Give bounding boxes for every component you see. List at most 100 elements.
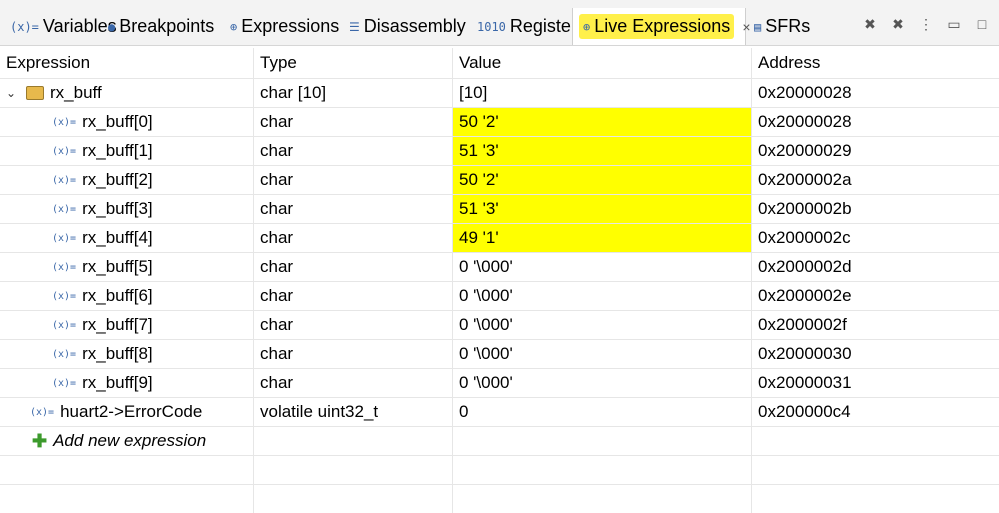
view-tab-bar: (x)= Variables ● Breakpoints ⊕ Expressio… xyxy=(0,8,999,46)
value-cell[interactable]: [10] xyxy=(453,79,752,107)
expression-name: rx_buff[5] xyxy=(82,257,153,276)
expressions-icon: ⊕ xyxy=(230,19,238,34)
type-cell: char xyxy=(254,340,453,368)
type-cell: char xyxy=(254,224,453,252)
struct-icon xyxy=(26,86,44,100)
table-row[interactable]: (x)= rx_buff[4] char 49 '1' 0x2000002c xyxy=(0,224,999,253)
variable-icon: (x)= xyxy=(52,174,77,186)
table-row[interactable]: (x)= huart2->ErrorCode volatile uint32_t… xyxy=(0,398,999,427)
value-cell[interactable]: 0 '\000' xyxy=(453,340,752,368)
tab-label: Expressions xyxy=(241,16,340,36)
address-cell: 0x2000002d xyxy=(758,257,852,276)
empty-cell xyxy=(453,485,752,513)
window-top-strip xyxy=(0,0,999,8)
expression-name: rx_buff[7] xyxy=(82,315,153,334)
value-cell[interactable]: 0 '\000' xyxy=(453,369,752,397)
tab-highlight: ⊕ Live Expressions xyxy=(579,14,735,39)
table-row[interactable]: (x)= rx_buff[1] char 51 '3' 0x20000029 xyxy=(0,137,999,166)
expression-name: rx_buff[9] xyxy=(82,373,153,392)
variable-icon: (x)= xyxy=(52,145,77,157)
address-cell: 0x20000028 xyxy=(758,83,852,102)
empty-cell xyxy=(453,427,752,455)
variables-icon: (x)= xyxy=(10,19,39,34)
live-expressions-icon: ⊕ xyxy=(583,19,591,34)
maximize-icon[interactable]: □ xyxy=(973,16,991,33)
expression-name: rx_buff[2] xyxy=(82,170,153,189)
table-row[interactable]: (x)= rx_buff[3] char 51 '3' 0x2000002b xyxy=(0,195,999,224)
empty-cell xyxy=(752,456,999,484)
tab-label: Disassembly xyxy=(363,16,466,36)
empty-cell xyxy=(752,427,999,455)
table-row[interactable]: (x)= rx_buff[0] char 50 '2' 0x20000028 xyxy=(0,108,999,137)
table-row[interactable]: (x)= rx_buff[8] char 0 '\000' 0x20000030 xyxy=(0,340,999,369)
view-menu-icon[interactable]: ⋮ xyxy=(917,16,935,33)
tab-live-expressions[interactable]: ⊕ Live Expressions × xyxy=(572,8,751,45)
expression-name: rx_buff[8] xyxy=(82,344,153,363)
expression-cell: (x)= rx_buff[0] xyxy=(0,108,254,136)
type-cell: char xyxy=(254,195,453,223)
expression-cell: (x)= rx_buff[8] xyxy=(0,340,254,368)
expression-cell: (x)= rx_buff[9] xyxy=(0,369,254,397)
tab-label: Live Expressions xyxy=(594,16,731,36)
value-cell[interactable]: 49 '1' xyxy=(453,224,752,252)
tab-label: Breakpoints xyxy=(119,16,215,36)
empty-cell xyxy=(453,456,752,484)
value-cell[interactable]: 51 '3' xyxy=(453,137,752,165)
expression-name: huart2->ErrorCode xyxy=(60,402,203,421)
expression-cell: (x)= rx_buff[5] xyxy=(0,253,254,281)
value-cell[interactable]: 0 '\000' xyxy=(453,253,752,281)
value-cell[interactable]: 0 xyxy=(453,398,752,426)
chevron-down-icon[interactable]: ⌄ xyxy=(6,86,20,100)
value-cell[interactable]: 0 '\000' xyxy=(453,311,752,339)
remove-icon[interactable]: ✖ xyxy=(861,16,879,33)
empty-cell xyxy=(254,427,453,455)
remove-all-icon[interactable]: ✖ xyxy=(889,16,907,33)
column-header-value[interactable]: Value xyxy=(453,48,752,78)
address-cell: 0x20000031 xyxy=(758,373,852,392)
expression-cell: (x)= rx_buff[7] xyxy=(0,311,254,339)
tab-sfrs[interactable]: ▤ SFRs xyxy=(748,8,816,45)
value-cell[interactable]: 51 '3' xyxy=(453,195,752,223)
table-row[interactable]: (x)= rx_buff[5] char 0 '\000' 0x2000002d xyxy=(0,253,999,282)
table-row[interactable]: (x)= rx_buff[2] char 50 '2' 0x2000002a xyxy=(0,166,999,195)
add-expression-row[interactable]: ✚ Add new expression xyxy=(0,427,999,456)
table-row[interactable]: ⌄ rx_buff char [10] [10] 0x20000028 xyxy=(0,79,999,108)
breakpoints-icon: ● xyxy=(108,19,116,34)
value-cell[interactable]: 50 '2' xyxy=(453,108,752,136)
expression-cell: (x)= rx_buff[1] xyxy=(0,137,254,165)
add-expression-cell[interactable]: ✚ Add new expression xyxy=(0,427,254,455)
variable-icon: (x)= xyxy=(52,203,77,215)
variable-icon: (x)= xyxy=(52,116,77,128)
column-header-type[interactable]: Type xyxy=(254,48,453,78)
expression-name: rx_buff[0] xyxy=(82,112,153,131)
expression-cell: ⌄ rx_buff xyxy=(0,79,254,107)
variable-icon: (x)= xyxy=(52,232,77,244)
address-cell: 0x20000028 xyxy=(758,112,852,131)
value-cell[interactable]: 50 '2' xyxy=(453,166,752,194)
expression-cell: (x)= rx_buff[3] xyxy=(0,195,254,223)
tab-expressions[interactable]: ⊕ Expressions xyxy=(224,8,345,45)
table-row[interactable]: (x)= rx_buff[6] char 0 '\000' 0x2000002e xyxy=(0,282,999,311)
value-cell[interactable]: 0 '\000' xyxy=(453,282,752,310)
add-expression-label: Add new expression xyxy=(53,431,207,450)
type-cell: char xyxy=(254,369,453,397)
column-header-expression[interactable]: Expression xyxy=(0,48,254,78)
table-header: Expression Type Value Address xyxy=(0,48,999,79)
tab-disassembly[interactable]: ☰ Disassembly xyxy=(343,8,472,45)
view-toolbar: ✖ ✖ ⋮ ▭ □ xyxy=(861,16,991,33)
address-cell: 0x20000029 xyxy=(758,141,852,160)
sfrs-icon: ▤ xyxy=(754,19,762,34)
minimize-icon[interactable]: ▭ xyxy=(945,16,963,33)
table-row[interactable]: (x)= rx_buff[9] char 0 '\000' 0x20000031 xyxy=(0,369,999,398)
table-row[interactable]: (x)= rx_buff[7] char 0 '\000' 0x2000002f xyxy=(0,311,999,340)
expression-name: rx_buff[3] xyxy=(82,199,153,218)
tab-breakpoints[interactable]: ● Breakpoints xyxy=(102,8,220,45)
tab-label: SFRs xyxy=(765,16,811,36)
type-cell: char xyxy=(254,282,453,310)
expression-cell: (x)= rx_buff[6] xyxy=(0,282,254,310)
column-header-address[interactable]: Address xyxy=(752,48,999,78)
address-cell: 0x200000c4 xyxy=(758,402,851,421)
type-cell: char xyxy=(254,137,453,165)
variable-icon: (x)= xyxy=(52,348,77,360)
address-cell: 0x2000002e xyxy=(758,286,852,305)
